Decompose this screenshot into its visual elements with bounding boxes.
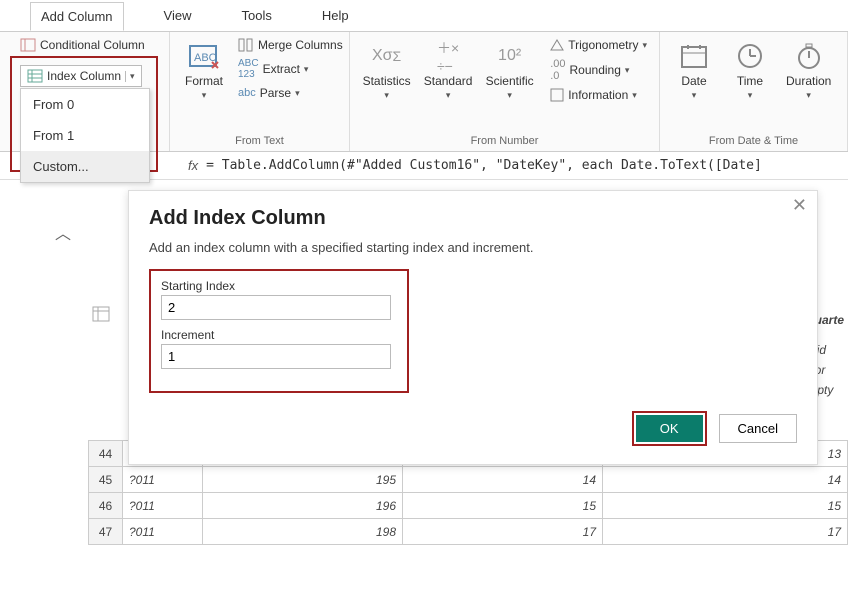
tab-help[interactable]: Help — [312, 2, 359, 29]
trig-icon — [550, 39, 564, 51]
scientific-icon: 10² — [494, 40, 526, 72]
chevron-down-icon: ▾ — [692, 90, 697, 101]
formula-text[interactable]: = Table.AddColumn(#"Added Custom16", "Da… — [206, 158, 762, 173]
cell[interactable]: 195 — [203, 467, 403, 493]
info-icon — [550, 88, 564, 102]
time-button[interactable]: Time ▾ — [724, 36, 776, 105]
extract-button[interactable]: ABC123 Extract ▾ — [234, 56, 347, 82]
cell[interactable]: 198 — [203, 519, 403, 545]
cell[interactable]: 15 — [403, 493, 603, 519]
tab-add-column[interactable]: Add Column — [30, 2, 124, 31]
parse-icon: abc — [238, 87, 256, 99]
row-number: 47 — [89, 519, 123, 545]
menu-from-0[interactable]: From 0 — [21, 89, 149, 120]
chevron-down-icon: ▾ — [295, 88, 300, 99]
scientific-button[interactable]: 10² Scientific ▾ — [481, 36, 538, 105]
chevron-down-icon: ▾ — [202, 90, 207, 101]
cell[interactable]: 14 — [603, 467, 848, 493]
menu-tabs: Add Column View Tools Help — [0, 0, 848, 32]
chevron-down-icon: ▾ — [507, 90, 512, 101]
statistics-icon: ΧσΣ — [371, 40, 403, 72]
row-number: 46 — [89, 493, 123, 519]
index-column-button[interactable]: Index Column ▾ — [20, 65, 142, 87]
table-icon — [92, 306, 110, 322]
highlight-box-fields: Starting Index Increment — [149, 269, 409, 393]
dialog-desc: Add an index column with a specified sta… — [149, 240, 797, 255]
ribbon-group-text: From Text — [178, 133, 341, 149]
increment-input[interactable] — [161, 344, 391, 369]
highlight-box-ok: OK — [632, 411, 707, 446]
close-icon[interactable]: ✕ — [792, 195, 807, 216]
cancel-button[interactable]: Cancel — [719, 414, 797, 443]
chevron-down-icon: ▾ — [446, 90, 451, 101]
trigonometry-button[interactable]: Trigonometry ▾ — [546, 36, 651, 54]
parse-button[interactable]: abc Parse ▾ — [234, 84, 347, 102]
chevron-down-icon: ▾ — [642, 40, 647, 51]
tab-tools[interactable]: Tools — [232, 2, 282, 29]
menu-from-1[interactable]: From 1 — [21, 120, 149, 151]
fx-label: fx — [188, 158, 198, 173]
cell[interactable]: ?011 — [123, 467, 203, 493]
cell[interactable]: ?011 — [123, 519, 203, 545]
add-index-dialog: ✕ Add Index Column Add an index column w… — [128, 190, 818, 465]
cell[interactable]: 15 — [603, 493, 848, 519]
conditional-column-button[interactable]: Conditional Column — [20, 38, 145, 52]
information-button[interactable]: Information ▾ — [546, 86, 651, 104]
rounding-button[interactable]: .00.0 Rounding ▾ — [546, 56, 651, 84]
standard-icon: ＋×÷− — [432, 40, 464, 72]
chevron-down-icon: ▾ — [304, 64, 309, 75]
increment-label: Increment — [161, 328, 397, 342]
extract-icon: ABC123 — [238, 58, 259, 80]
chevron-down-icon: ▾ — [625, 65, 630, 76]
format-icon: ABC — [188, 40, 220, 72]
chevron-down-icon: ▾ — [632, 90, 637, 101]
chevron-down-icon[interactable]: ▾ — [125, 71, 135, 82]
duration-button[interactable]: Duration ▾ — [780, 36, 837, 105]
chevron-down-icon: ▾ — [806, 90, 811, 101]
date-button[interactable]: Date ▾ — [668, 36, 720, 105]
cell[interactable]: 17 — [603, 519, 848, 545]
conditional-icon — [20, 38, 36, 52]
tab-view[interactable]: View — [154, 2, 202, 29]
time-icon — [734, 40, 766, 72]
standard-button[interactable]: ＋×÷− Standard ▾ — [419, 36, 477, 105]
index-column-menu: From 0 From 1 Custom... — [20, 88, 150, 183]
chevron-down-icon: ▾ — [748, 90, 753, 101]
row-number: 44 — [89, 441, 123, 467]
cell[interactable]: 196 — [203, 493, 403, 519]
ok-button[interactable]: OK — [636, 415, 703, 442]
merge-icon — [238, 38, 254, 52]
cell[interactable]: ?011 — [123, 493, 203, 519]
date-icon — [678, 40, 710, 72]
collapse-chevron-icon[interactable]: ︿ — [55, 220, 71, 244]
duration-icon — [793, 40, 825, 72]
index-icon — [27, 69, 43, 83]
dialog-title: Add Index Column — [149, 207, 797, 230]
cell[interactable]: 14 — [403, 467, 603, 493]
ribbon-group-datetime: From Date & Time — [668, 133, 839, 149]
chevron-down-icon: ▾ — [384, 90, 389, 101]
starting-index-label: Starting Index — [161, 279, 397, 293]
starting-index-input[interactable] — [161, 295, 391, 320]
statistics-button[interactable]: ΧσΣ Statistics ▾ — [358, 36, 415, 105]
format-button[interactable]: ABC Format ▾ — [178, 36, 230, 105]
ribbon-group-number: From Number — [358, 133, 651, 149]
menu-custom[interactable]: Custom... — [21, 151, 149, 182]
table-row[interactable]: 46?0111961515 — [89, 493, 848, 519]
row-number: 45 — [89, 467, 123, 493]
merge-columns-button[interactable]: Merge Columns — [234, 36, 347, 54]
table-row[interactable]: 45?0111951414 — [89, 467, 848, 493]
table-row[interactable]: 47?0111981717 — [89, 519, 848, 545]
cell[interactable]: 17 — [403, 519, 603, 545]
rounding-icon: .00.0 — [550, 58, 565, 82]
